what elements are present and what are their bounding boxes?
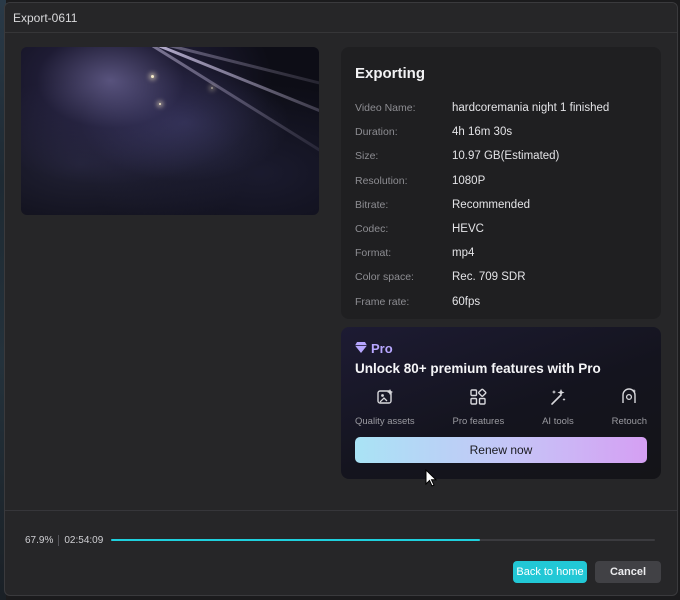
video-preview-thumbnail <box>21 47 319 215</box>
exporting-heading: Exporting <box>355 65 425 82</box>
pro-tag: Pro <box>355 341 647 356</box>
export-dialog: Export-0611 Exporting Video Name: hardco… <box>4 2 678 596</box>
info-row-duration: Duration: 4h 16m 30s <box>355 120 647 144</box>
info-key: Duration: <box>355 126 398 139</box>
info-row-resolution: Resolution: 1080P <box>355 169 647 193</box>
export-progress: 67.9% 02:54:09 <box>25 533 655 547</box>
info-key: Resolution: <box>355 174 408 187</box>
info-row-frame-rate: Frame rate: 60fps <box>355 290 647 314</box>
feature-label: Pro features <box>452 416 505 427</box>
magic-wand-icon <box>549 388 567 411</box>
info-row-size: Size: 10.97 GB(Estimated) <box>355 144 647 168</box>
progress-fill <box>111 539 481 541</box>
footer-divider <box>5 510 677 511</box>
progress-track <box>111 539 655 541</box>
info-key: Video Name: <box>355 102 416 115</box>
renew-now-button[interactable]: Renew now <box>355 437 647 463</box>
info-value: 60fps <box>452 295 481 308</box>
pro-tag-label: Pro <box>371 341 393 356</box>
feature-pro-features[interactable]: Pro features <box>452 388 505 427</box>
info-key: Color space: <box>355 271 414 284</box>
image-sparkle-icon <box>376 388 394 411</box>
progress-time-remaining: 02:54:09 <box>64 534 104 546</box>
star-glow <box>151 75 154 78</box>
feature-ai-tools[interactable]: AI tools <box>542 388 574 427</box>
info-key: Frame rate: <box>355 295 410 308</box>
info-value: HEVC <box>452 223 484 236</box>
feature-label: Quality assets <box>355 416 415 427</box>
feature-retouch[interactable]: Retouch <box>612 388 647 427</box>
diamond-icon <box>355 341 367 356</box>
title-bar: Export-0611 <box>5 3 677 33</box>
star-glow <box>211 87 213 89</box>
info-key: Bitrate: <box>355 198 389 211</box>
info-row-bitrate: Bitrate: Recommended <box>355 193 647 217</box>
info-row-color-space: Color space: Rec. 709 SDR <box>355 265 647 289</box>
star-glow <box>159 103 161 105</box>
info-value: mp4 <box>452 247 475 260</box>
info-value: Recommended <box>452 198 530 211</box>
export-info-panel: Exporting Video Name: hardcoremania nigh… <box>341 47 661 319</box>
grid-icon <box>469 388 487 411</box>
info-value: 10.97 GB(Estimated) <box>452 150 560 163</box>
info-row-format: Format: mp4 <box>355 241 647 265</box>
pro-title: Unlock 80+ premium features with Pro <box>355 361 601 376</box>
info-value: Rec. 709 SDR <box>452 271 526 284</box>
feature-quality-assets[interactable]: Quality assets <box>355 388 415 427</box>
dialog-title: Export-0611 <box>13 10 78 25</box>
feature-label: Retouch <box>611 416 647 427</box>
cancel-button[interactable]: Cancel <box>595 561 661 583</box>
info-value: 1080P <box>452 174 486 187</box>
mouse-cursor-icon <box>425 468 438 492</box>
light-ray <box>140 47 319 178</box>
pro-upsell-panel: Pro Unlock 80+ premium features with Pro… <box>341 327 661 479</box>
retouch-icon <box>620 388 638 411</box>
info-key: Codec: <box>355 223 389 236</box>
progress-separator <box>58 534 60 546</box>
info-key: Format: <box>355 247 392 260</box>
feature-label: AI tools <box>542 416 574 427</box>
info-value: 4h 16m 30s <box>452 126 513 139</box>
info-row-codec: Codec: HEVC <box>355 217 647 241</box>
progress-percent: 67.9% <box>25 534 54 546</box>
info-key: Size: <box>355 150 379 163</box>
info-value: hardcoremania night 1 finished <box>452 102 610 115</box>
back-to-home-button[interactable]: Back to home <box>513 561 587 583</box>
info-row-video-name: Video Name: hardcoremania night 1 finish… <box>355 96 647 120</box>
pro-feature-list: Quality assets Pro features AI tools Ret… <box>355 388 647 427</box>
